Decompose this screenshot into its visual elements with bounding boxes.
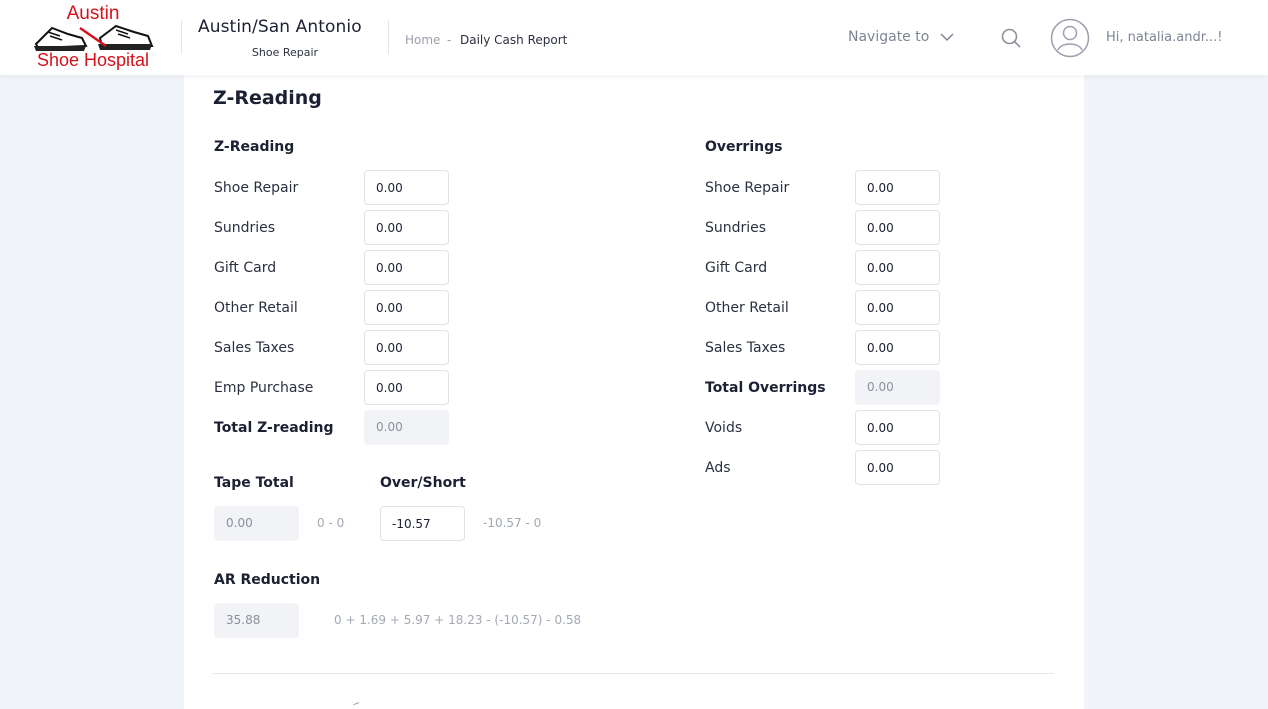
ar-reduction-value: 35.88 <box>214 603 299 638</box>
logo-line2: Shoe Hospital <box>36 50 150 70</box>
over-short-input[interactable] <box>380 506 465 541</box>
overrings-gift-card-input[interactable] <box>855 250 940 285</box>
header-divider <box>181 20 182 54</box>
total-overrings-label: Total Overrings <box>705 380 826 396</box>
over-short-formula: -10.57 - 0 <box>483 516 542 530</box>
ads-input[interactable] <box>855 450 940 485</box>
sneakers-logo-icon <box>34 24 154 51</box>
breadcrumb-current: Daily Cash Report <box>460 33 568 47</box>
zreading-other-retail-input[interactable] <box>364 290 449 325</box>
tape-total-heading: Tape Total <box>214 475 294 491</box>
next-section-peek <box>353 702 361 709</box>
overrings-label-gift-card: Gift Card <box>705 260 768 276</box>
total-overrings-value: 0.00 <box>855 370 940 405</box>
zreading-gift-card-input[interactable] <box>364 250 449 285</box>
brand-subtitle: Shoe Repair <box>251 46 319 59</box>
zreading-label-shoe-repair: Shoe Repair <box>214 180 299 196</box>
zreading-heading: Z-Reading <box>214 139 295 155</box>
header-divider <box>388 20 389 54</box>
brand-title: Austin/San Antonio <box>198 17 362 37</box>
over-short-heading: Over/Short <box>380 475 466 491</box>
overrings-other-retail-input[interactable] <box>855 290 940 325</box>
zreading-label-sundries: Sundries <box>214 220 276 236</box>
overrings-shoe-repair-input[interactable] <box>855 170 940 205</box>
zreading-label-sales-taxes: Sales Taxes <box>214 340 295 356</box>
navigate-to-dropdown[interactable]: Navigate to <box>848 29 955 45</box>
zreading-sales-taxes-input[interactable] <box>364 330 449 365</box>
navigate-to-label: Navigate to <box>848 29 930 45</box>
overrings-heading: Overrings <box>705 139 783 155</box>
tape-total-value: 0.00 <box>214 506 299 541</box>
search-icon[interactable] <box>1000 27 1022 49</box>
overrings-label-sales-taxes: Sales Taxes <box>705 340 786 356</box>
overrings-sundries-input[interactable] <box>855 210 940 245</box>
voids-input[interactable] <box>855 410 940 445</box>
zreading-label-other-retail: Other Retail <box>214 300 298 316</box>
user-avatar-icon[interactable] <box>1050 18 1090 58</box>
card-title: Z-Reading <box>213 87 322 109</box>
zreading-card: Z-Reading Z-Reading Shoe Repair Sundries… <box>184 75 1084 709</box>
user-greeting[interactable]: Hi, natalia.andr...! <box>1106 30 1222 45</box>
overrings-sales-taxes-input[interactable] <box>855 330 940 365</box>
zreading-sundries-input[interactable] <box>364 210 449 245</box>
section-divider <box>213 673 1054 674</box>
zreading-label-emp-purchase: Emp Purchase <box>214 380 314 396</box>
breadcrumb-home-link[interactable]: Home <box>405 33 440 47</box>
overrings-label-sundries: Sundries <box>705 220 767 236</box>
ar-reduction-formula: 0 + 1.69 + 5.97 + 18.23 - (-10.57) - 0.5… <box>334 613 582 627</box>
breadcrumb-separator: - <box>447 33 452 47</box>
total-zreading-value: 0.00 <box>364 410 449 445</box>
voids-label: Voids <box>705 420 743 436</box>
total-zreading-label: Total Z-reading <box>214 420 334 436</box>
top-header: Austin Shoe Hospital Austin/San Antonio … <box>0 0 1268 75</box>
overrings-label-other-retail: Other Retail <box>705 300 789 316</box>
tape-total-formula: 0 - 0 <box>317 516 345 530</box>
ads-label: Ads <box>705 460 731 476</box>
chevron-down-icon <box>940 33 954 42</box>
ar-reduction-heading: AR Reduction <box>214 572 321 588</box>
zreading-shoe-repair-input[interactable] <box>364 170 449 205</box>
zreading-emp-purchase-input[interactable] <box>364 370 449 405</box>
company-logo[interactable]: Austin Shoe Hospital <box>28 4 158 72</box>
overrings-label-shoe-repair: Shoe Repair <box>705 180 790 196</box>
zreading-label-gift-card: Gift Card <box>214 260 277 276</box>
logo-line1: Austin <box>66 3 120 24</box>
